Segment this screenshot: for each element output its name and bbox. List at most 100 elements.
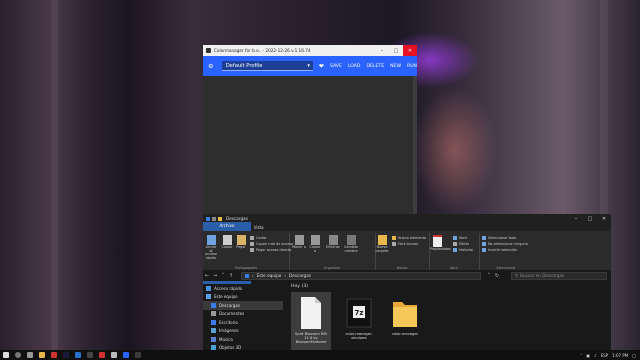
app-icon[interactable] [111, 352, 117, 358]
invert-selection-button[interactable]: Invertir selección [482, 248, 517, 252]
edit-icon [453, 242, 457, 246]
new-folder-icon[interactable] [218, 216, 222, 221]
scrollbar[interactable] [413, 76, 417, 215]
search-placeholder: Buscar en Descargas [520, 273, 565, 278]
new-folder-button[interactable]: Nueva carpeta [375, 235, 389, 253]
quick-access-toolbar [206, 216, 222, 221]
folder-icon [392, 296, 418, 330]
app-icon[interactable] [99, 352, 105, 358]
app-icon[interactable] [63, 352, 69, 358]
up-arrow-icon[interactable]: ↑ [227, 273, 235, 279]
clock[interactable]: 1:07 PM [612, 353, 628, 358]
cut-button[interactable]: Cortar [250, 236, 267, 240]
paste-button[interactable]: Pegar [234, 235, 248, 250]
colormanager-icon[interactable] [123, 352, 129, 358]
new-item-icon [392, 236, 396, 240]
run-button[interactable]: RUN [407, 64, 417, 69]
store-icon[interactable] [75, 352, 81, 358]
nav-item-documentos[interactable]: Documentos [203, 310, 283, 319]
breadcrumb-este-equipo[interactable]: Este equipo [257, 273, 282, 278]
address-bar[interactable]: › Este equipo › Descargas [241, 271, 481, 280]
profile-select[interactable]: Default Profile ▾ [221, 61, 313, 71]
explorer-icon [206, 216, 210, 221]
gear-icon[interactable]: ⚙ [206, 63, 216, 70]
task-view-icon[interactable] [27, 352, 33, 358]
file-name: color-manager-windows [345, 332, 373, 341]
copy-button[interactable]: Copiar [220, 235, 234, 250]
navigation-pane: Acceso rápido Este equipo Descargas Docu… [203, 284, 283, 360]
language-indicator[interactable]: ESP [601, 353, 608, 358]
close-button[interactable]: ✕ [597, 214, 611, 223]
ribbon-tabs: Archivo Inicio Compartir Vista [203, 222, 611, 286]
notifications-icon[interactable]: □ [632, 353, 636, 358]
history-button[interactable]: Historial [453, 248, 473, 252]
open-button[interactable]: Abrir [453, 236, 467, 240]
nav-item-descargas[interactable]: Descargas [203, 301, 283, 310]
network-icon[interactable]: ▣ [586, 353, 590, 358]
refresh-icon[interactable]: ↻ [493, 273, 501, 279]
maximize-button[interactable]: □ [583, 214, 597, 223]
close-button[interactable]: ✕ [403, 45, 417, 56]
search-input[interactable]: ⚲ Buscar en Descargas [511, 271, 607, 280]
edit-button[interactable]: Editar [453, 242, 469, 246]
breadcrumb-descargas[interactable]: Descargas [289, 273, 311, 278]
file-item[interactable]: 7z color-manager-windows [339, 292, 379, 354]
pin-icon [206, 235, 216, 245]
paste-shortcut-button[interactable]: Pegar acceso directo [250, 248, 291, 252]
opera-icon[interactable] [51, 352, 57, 358]
move-to-button[interactable]: Mover a [292, 235, 306, 250]
shortcut-icon [250, 248, 254, 252]
start-icon[interactable] [3, 352, 9, 358]
recent-chevron-icon[interactable]: ˅ [219, 273, 227, 279]
minimize-button[interactable]: – [375, 45, 389, 56]
select-all-button[interactable]: Seleccionar todo [482, 236, 516, 240]
properties-button[interactable]: Propiedades [430, 235, 451, 252]
documents-icon [211, 311, 216, 317]
file-item[interactable]: color-manager [385, 292, 425, 354]
rename-button[interactable]: Cambiar nombre [344, 235, 358, 253]
group-header-hoy[interactable]: Hoy (3) [291, 284, 308, 289]
tab-vista[interactable]: Vista [250, 224, 268, 231]
volume-icon[interactable]: ♪ [594, 353, 597, 358]
minimize-button[interactable]: – [569, 214, 583, 223]
pin-button[interactable]: Anclar al acceso rápido [204, 235, 218, 260]
copy-to-button[interactable]: Copiar a [308, 235, 322, 253]
star-icon [206, 285, 211, 291]
easy-access-button[interactable]: Fácil acceso [392, 242, 418, 246]
taskbar: ˄ ▣ ♪ ESP 1:07 PM □ [0, 350, 640, 360]
nav-item-imagenes[interactable]: Imágenes [203, 327, 283, 336]
app-icon[interactable] [87, 352, 93, 358]
new-item-button[interactable]: Nuevo elemento [392, 236, 426, 240]
new-button[interactable]: NEW [390, 64, 401, 69]
nav-item-musica[interactable]: Música [203, 335, 283, 344]
nav-item-escritorio[interactable]: Escritorio [203, 318, 283, 327]
forward-arrow-icon[interactable]: → [211, 273, 219, 279]
delete-button[interactable]: DELETE [366, 64, 384, 69]
address-dropdown-icon[interactable]: ˅ [485, 273, 493, 279]
copy-path-button[interactable]: Copiar ruta de acceso [250, 242, 293, 246]
window-title: Descargas [226, 216, 248, 221]
maximize-button[interactable]: □ [389, 45, 403, 56]
select-none-icon [482, 242, 486, 246]
open-icon [453, 236, 457, 240]
pictures-icon [211, 328, 216, 334]
back-arrow-icon[interactable]: ← [203, 273, 211, 279]
file-item[interactable]: Sprit Blossom Rift 11.8 by BlossomFantom… [291, 292, 331, 354]
select-none-button[interactable]: No seleccionar ninguno [482, 242, 528, 246]
properties-icon[interactable] [212, 216, 216, 221]
desktop-icon [211, 319, 216, 325]
load-button[interactable]: LOAD [348, 64, 361, 69]
app-icon[interactable] [135, 352, 141, 358]
file-explorer-icon[interactable] [39, 352, 45, 358]
nav-item-acceso-rapido[interactable]: Acceso rápido [203, 284, 283, 293]
delete-button[interactable]: Eliminar [326, 235, 340, 250]
heart-icon[interactable]: ❤ [319, 63, 324, 70]
history-icon [453, 248, 457, 252]
save-button[interactable]: SAVE [330, 64, 342, 69]
app-icon [206, 48, 211, 53]
rename-icon [346, 235, 356, 245]
search-icon[interactable] [15, 352, 21, 358]
path-icon [250, 242, 254, 246]
chevron-up-icon[interactable]: ˄ [580, 353, 582, 358]
nav-item-este-equipo[interactable]: Este equipo [203, 293, 283, 302]
